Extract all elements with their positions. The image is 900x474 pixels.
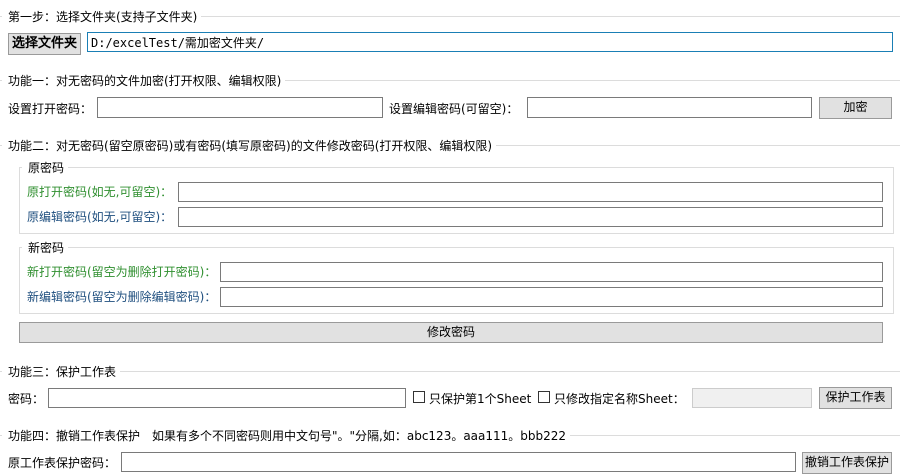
new-edit-password-label: 新编辑密码(留空为删除编辑密码)： bbox=[27, 290, 217, 304]
protect-sheet-button[interactable]: 保护工作表 bbox=[819, 387, 892, 409]
folder-path-input[interactable] bbox=[87, 32, 893, 52]
old-sheet-password-input[interactable] bbox=[121, 452, 796, 472]
sheet-password-label: 密码： bbox=[8, 392, 45, 406]
open-password-input[interactable] bbox=[97, 97, 383, 118]
encrypt-button[interactable]: 加密 bbox=[819, 97, 892, 119]
func2-legend: 功能二：对无密码(留空原密码)或有密码(填写原密码)的文件修改密码(打开权限、编… bbox=[2, 137, 497, 154]
unprotect-sheet-button[interactable]: 撤销工作表保护 bbox=[802, 452, 892, 474]
choose-folder-button[interactable]: 选择文件夹 bbox=[8, 33, 81, 55]
old-edit-password-label: 原编辑密码(如无,可留空)： bbox=[27, 210, 173, 224]
open-password-label: 设置打开密码： bbox=[8, 102, 93, 116]
sheet-name-input[interactable] bbox=[692, 388, 812, 408]
edit-password-input[interactable] bbox=[527, 97, 812, 118]
step1-legend: 第一步：选择文件夹(支持子文件夹) bbox=[2, 8, 202, 25]
only-named-sheet-checkbox[interactable] bbox=[538, 391, 550, 403]
only-named-sheet-label: 只修改指定名称Sheet： bbox=[554, 392, 685, 406]
new-open-password-label: 新打开密码(留空为删除打开密码)： bbox=[27, 265, 217, 279]
new-password-group-legend: 新密码 bbox=[22, 239, 69, 256]
func1-legend: 功能一：对无密码的文件加密(打开权限、编辑权限) bbox=[2, 72, 286, 89]
new-open-password-input[interactable] bbox=[220, 262, 883, 282]
divider bbox=[0, 371, 900, 372]
old-open-password-input[interactable] bbox=[178, 182, 883, 202]
only-first-sheet-checkbox[interactable] bbox=[413, 391, 425, 403]
old-open-password-label: 原打开密码(如无,可留空)： bbox=[27, 185, 173, 199]
modify-password-button[interactable]: 修改密码 bbox=[19, 322, 883, 343]
sheet-password-input[interactable] bbox=[48, 388, 406, 408]
old-edit-password-input[interactable] bbox=[178, 207, 883, 227]
func4-legend: 功能四：撤销工作表保护 如果有多个不同密码则用中文句号"。"分隔,如：abc12… bbox=[2, 427, 571, 444]
func3-legend: 功能三：保护工作表 bbox=[2, 363, 121, 380]
only-first-sheet-label: 只保护第1个Sheet bbox=[429, 392, 532, 406]
old-password-group-legend: 原密码 bbox=[22, 159, 69, 176]
edit-password-label: 设置编辑密码(可留空)： bbox=[389, 102, 519, 116]
old-sheet-password-label: 原工作表保护密码： bbox=[8, 456, 117, 470]
new-edit-password-input[interactable] bbox=[220, 287, 883, 307]
